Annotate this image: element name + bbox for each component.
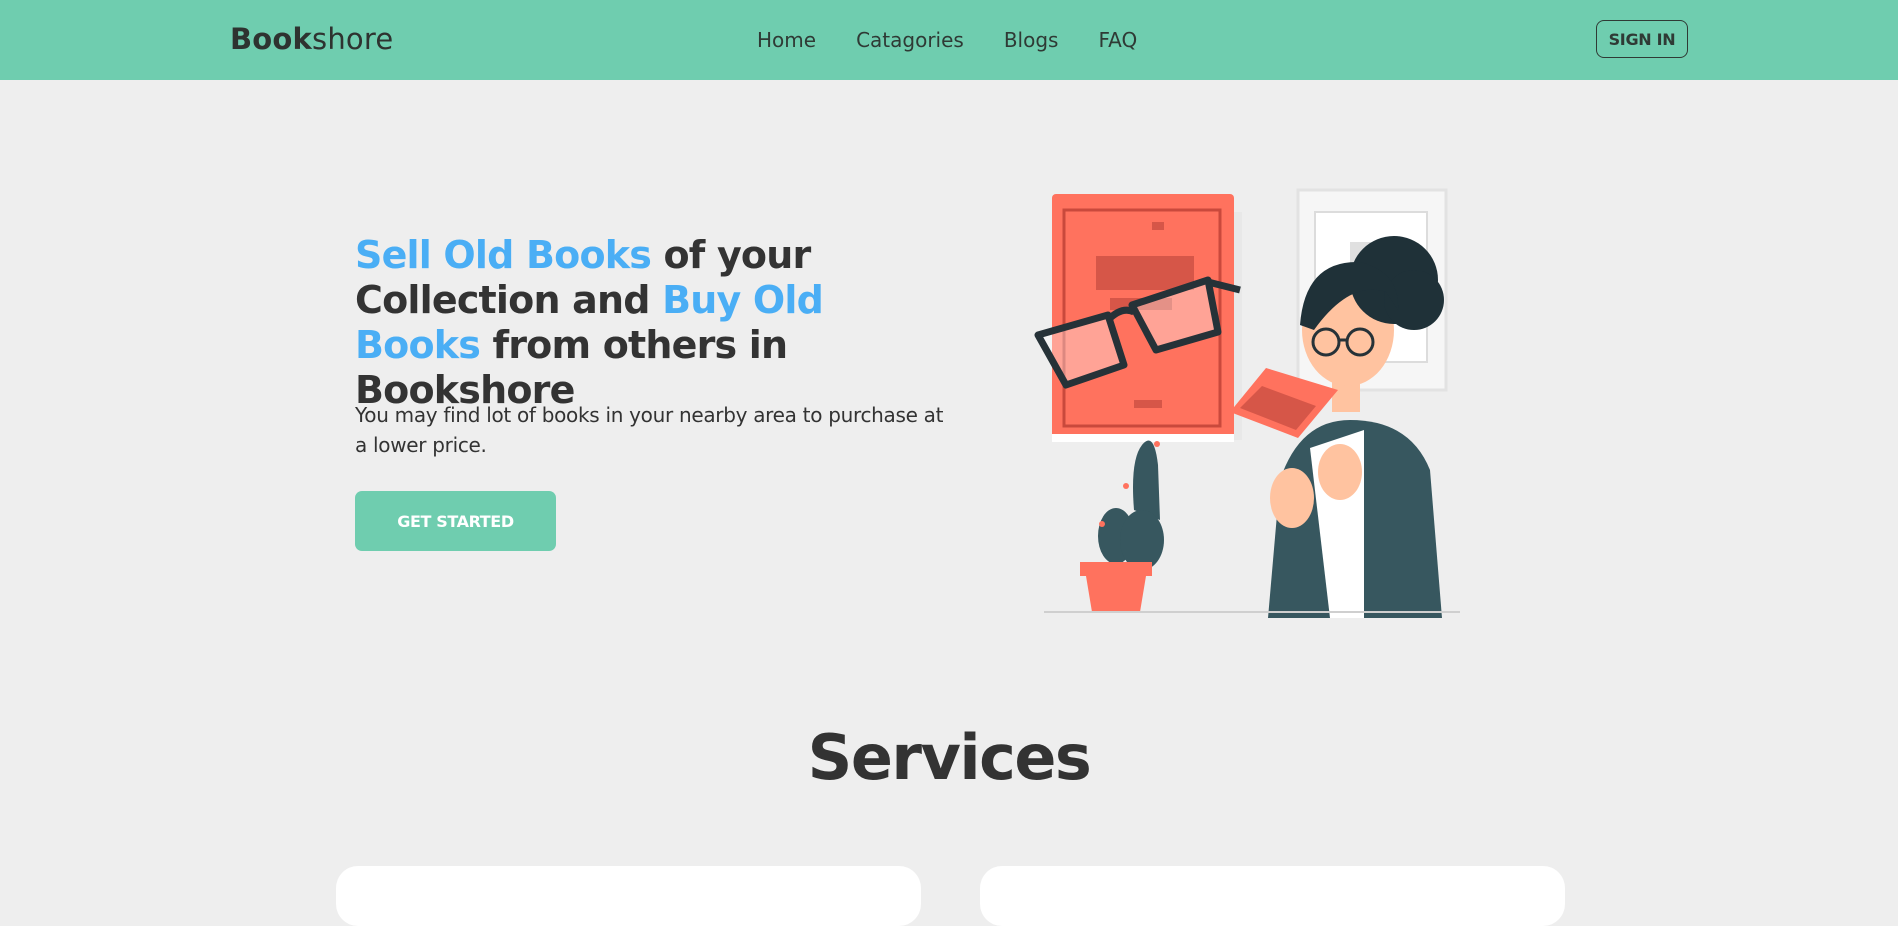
hero-title-highlight-sell: Sell Old Books [355, 233, 652, 277]
reading-woman-illustration [1034, 188, 1460, 618]
hero-subtitle: You may find lot of books in your nearby… [355, 403, 944, 457]
nav-faq[interactable]: FAQ [1098, 26, 1137, 54]
nav-blogs[interactable]: Blogs [1004, 26, 1059, 54]
service-card [980, 866, 1565, 926]
get-started-button[interactable]: GET STARTED [355, 491, 556, 551]
brand-rest: shore [312, 22, 394, 56]
service-card [336, 866, 921, 926]
nav-categories[interactable]: Catagories [856, 26, 964, 54]
main-nav: Home Catagories Blogs FAQ [757, 26, 1137, 54]
cactus-icon [1080, 440, 1164, 612]
nav-home[interactable]: Home [757, 26, 816, 54]
brand-logo[interactable]: Bookshore [230, 19, 393, 59]
navbar: Bookshore Home Catagories Blogs FAQ SIGN… [0, 0, 1898, 80]
hero-title: Sell Old Books of your Collection and Bu… [355, 233, 955, 413]
sign-in-button[interactable]: SIGN IN [1596, 20, 1688, 58]
services-title: Services [807, 721, 1092, 794]
brand-bold: Book [230, 22, 313, 56]
